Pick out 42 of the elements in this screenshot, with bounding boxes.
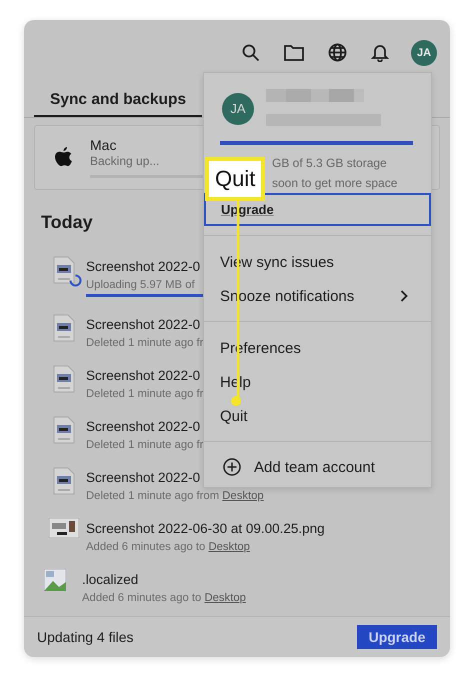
tab[interactable]: Sync and backups — [34, 85, 202, 117]
file-status: Deleted 1 minute ago fr — [86, 336, 204, 351]
file-name: Screenshot 2022-0 — [86, 367, 200, 385]
avatar[interactable]: JA — [411, 40, 437, 66]
file-status: Added 6 minutes ago to Desktop — [86, 540, 250, 555]
png-file-icon — [52, 365, 74, 393]
png-file-icon — [52, 256, 74, 284]
apple-icon — [55, 147, 73, 168]
file-name: Screenshot 2022-06-30 at 09.00.25.png — [86, 520, 325, 538]
storage-text: GB of 5.3 GB storage — [272, 155, 387, 172]
avatar: JA — [222, 92, 254, 124]
file-status: Deleted 1 minute ago from Desktop — [86, 489, 264, 504]
desktop-link[interactable]: Desktop — [204, 592, 246, 604]
png-file-icon — [52, 416, 74, 444]
file-name: .localized — [82, 571, 138, 589]
file-name: Screenshot 2022-0 — [86, 418, 200, 436]
broken-image-icon — [44, 569, 66, 591]
file-name: Screenshot 2022-0 — [86, 316, 200, 334]
storage-text: soon to get more space — [272, 175, 398, 192]
device-status: Backing up... — [90, 154, 160, 169]
file-status: Deleted 1 minute ago fr — [86, 387, 204, 402]
file-status: Added 6 minutes ago to Desktop — [82, 591, 246, 606]
search-icon[interactable] — [240, 42, 262, 64]
upgrade-button[interactable]: Upgrade — [357, 625, 437, 649]
progress-ring-icon — [69, 274, 82, 287]
add-account-item[interactable]: Add team account — [204, 453, 375, 481]
file-name: Screenshot 2022-0 — [86, 469, 200, 487]
image-thumbnail-icon — [48, 518, 78, 538]
section-heading: Today — [41, 211, 93, 234]
png-file-icon — [52, 314, 74, 342]
menu-item[interactable]: Quit — [204, 399, 431, 433]
file-status: Uploading 5.97 MB of — [86, 278, 195, 293]
desktop-link[interactable]: Desktop — [208, 541, 250, 553]
file-name: Screenshot 2022-0 — [86, 258, 200, 276]
device-name: Mac — [90, 137, 116, 154]
sync-status: Updating 4 files — [37, 629, 134, 645]
desktop-link[interactable]: Desktop — [222, 490, 264, 502]
file-status: Deleted 1 minute ago fr — [86, 438, 204, 453]
callout-label: Quit — [205, 157, 266, 201]
globe-icon[interactable] — [326, 42, 348, 64]
png-file-icon — [52, 467, 74, 495]
plus-circle-icon — [223, 458, 241, 476]
